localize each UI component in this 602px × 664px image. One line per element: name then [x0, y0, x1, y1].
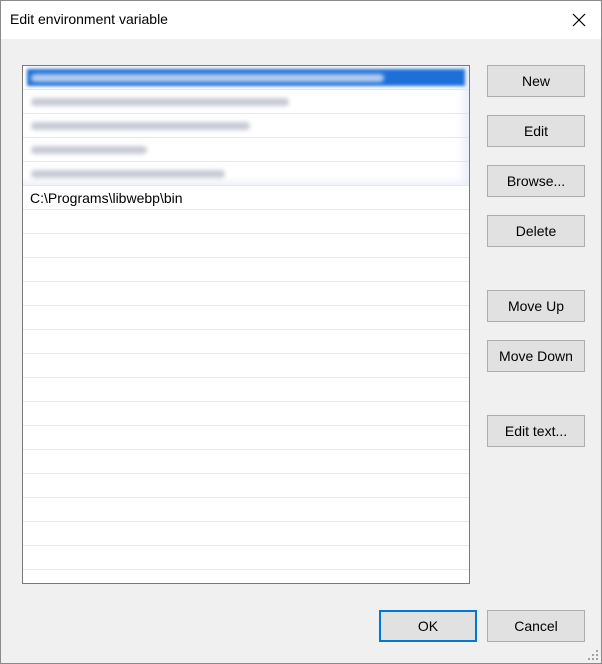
path-entries-list[interactable]: C:\Programs\libwebp\bin: [22, 65, 470, 584]
empty-list-row[interactable]: [23, 522, 469, 546]
close-icon: [572, 13, 586, 27]
move-down-button[interactable]: Move Down: [487, 340, 585, 372]
empty-list-row[interactable]: [23, 354, 469, 378]
empty-list-row[interactable]: [23, 402, 469, 426]
list-item[interactable]: [23, 90, 469, 114]
title-bar[interactable]: Edit environment variable: [1, 1, 601, 39]
empty-list-row[interactable]: [23, 330, 469, 354]
empty-list-row[interactable]: [23, 450, 469, 474]
edit-button[interactable]: Edit: [487, 115, 585, 147]
list-item[interactable]: C:\Programs\libwebp\bin: [23, 186, 469, 210]
empty-list-row[interactable]: [23, 258, 469, 282]
new-button[interactable]: New: [487, 65, 585, 97]
edit-env-variable-dialog: Edit environment variable C:\Programs\li…: [0, 0, 602, 664]
empty-list-row[interactable]: [23, 426, 469, 450]
blurred-path-text: [31, 98, 289, 106]
empty-list-row[interactable]: [23, 546, 469, 570]
empty-list-row[interactable]: [23, 498, 469, 522]
empty-list-row[interactable]: [23, 282, 469, 306]
delete-button[interactable]: Delete: [487, 215, 585, 247]
path-entry-text: C:\Programs\libwebp\bin: [30, 190, 183, 206]
blurred-path-text: [31, 170, 225, 178]
close-button[interactable]: [557, 1, 601, 39]
edit-text-button[interactable]: Edit text...: [487, 415, 585, 447]
cancel-button[interactable]: Cancel: [487, 610, 585, 642]
ok-button[interactable]: OK: [379, 610, 477, 642]
blurred-path-text: [31, 122, 250, 130]
list-item[interactable]: [23, 114, 469, 138]
list-item[interactable]: [23, 138, 469, 162]
resize-grip-icon[interactable]: [587, 649, 599, 661]
empty-list-row[interactable]: [23, 234, 469, 258]
empty-list-row[interactable]: [23, 474, 469, 498]
blurred-path-text: [31, 74, 384, 82]
empty-list-row[interactable]: [23, 306, 469, 330]
dialog-title: Edit environment variable: [10, 11, 168, 27]
empty-list-row[interactable]: [23, 570, 469, 583]
browse-button[interactable]: Browse...: [487, 165, 585, 197]
blurred-path-text: [31, 146, 147, 154]
list-item[interactable]: [23, 162, 469, 186]
empty-list-row[interactable]: [23, 378, 469, 402]
list-item[interactable]: [23, 66, 469, 90]
empty-list-row[interactable]: [23, 210, 469, 234]
move-up-button[interactable]: Move Up: [487, 290, 585, 322]
